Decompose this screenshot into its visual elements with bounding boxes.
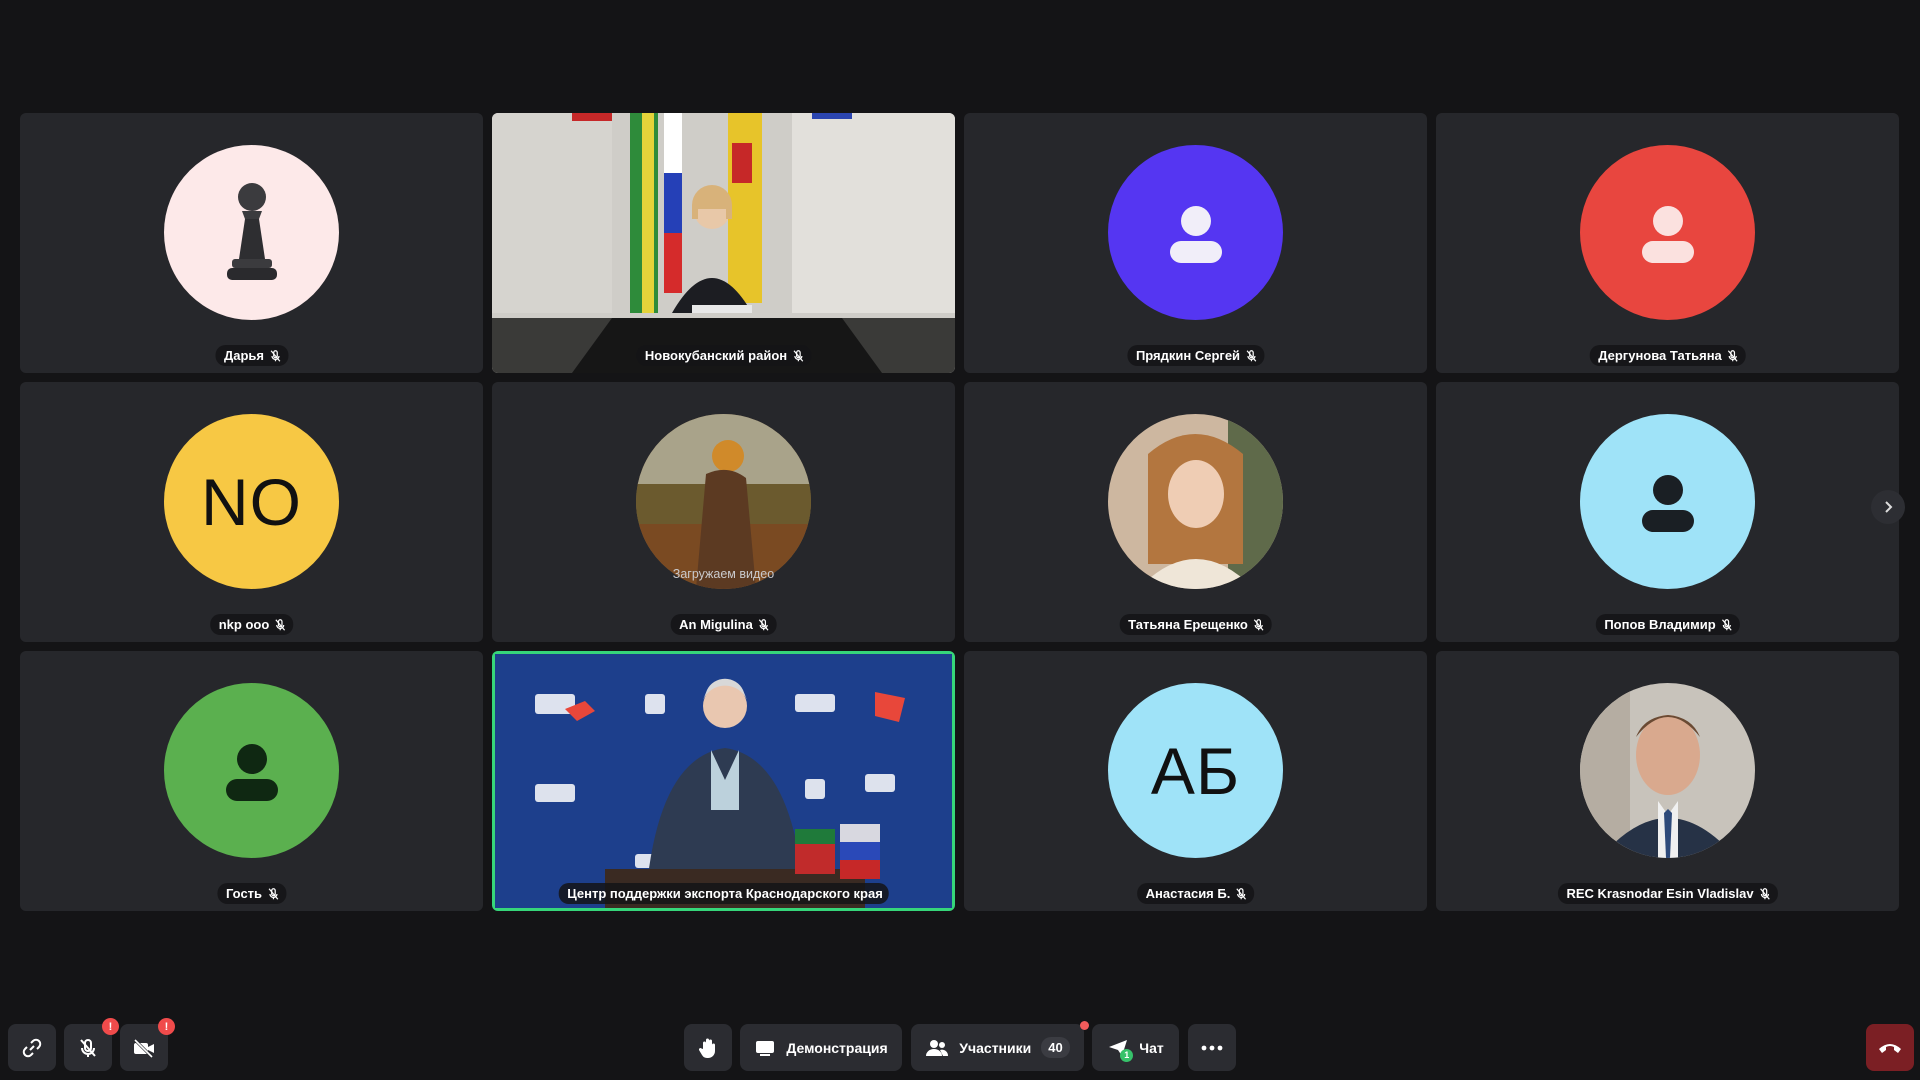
participant-name-pill: REC Krasnodar Esin Vladislav <box>1557 883 1778 904</box>
avatar: АБ <box>1108 683 1283 858</box>
participant-name-pill: Дергунова Татьяна <box>1589 345 1746 366</box>
participant-name-pill: Новокубанский район <box>635 345 812 366</box>
participant-name: Центр поддержки экспорта Краснодарского … <box>567 886 883 901</box>
person-icon <box>225 743 278 801</box>
microphone-toggle-button[interactable]: ! <box>64 1018 119 1071</box>
participant-name: Гость <box>225 886 263 901</box>
participant-name: REC Krasnodar Esin Vladislav <box>1566 886 1754 901</box>
mic-off-icon <box>275 618 286 631</box>
participants-count: 40 <box>1041 1037 1070 1058</box>
avatar <box>1580 414 1755 589</box>
participant-name: nkp ooo <box>218 617 270 632</box>
avatar <box>1580 145 1755 320</box>
raise-hand-button[interactable] <box>684 1024 732 1071</box>
participant-name-pill: Гость <box>216 883 287 904</box>
participant-name: Анастасия Б. <box>1145 886 1231 901</box>
more-icon <box>1201 1045 1223 1050</box>
participant-name: Попов Владимир <box>1604 617 1716 632</box>
participant-name-pill: An Migulina <box>670 614 777 635</box>
mic-off-icon <box>270 349 280 362</box>
participant-name-pill: Анастасия Б. <box>1136 883 1255 904</box>
copy-link-button[interactable] <box>8 1024 56 1071</box>
avatar-photo <box>1580 683 1755 858</box>
person-icon <box>1641 205 1694 263</box>
mic-off-icon <box>80 1038 96 1057</box>
avatar: NO <box>164 414 339 589</box>
screen-share-button[interactable]: Демонстрация <box>740 1024 902 1071</box>
avatar-initials: NO <box>201 464 302 539</box>
participant-name-pill: Дарья <box>214 345 289 366</box>
participant-tile[interactable]: Загружаем видео An Migulina <box>492 382 955 642</box>
camera-toggle-button[interactable]: ! <box>120 1018 175 1071</box>
avatar-photo <box>636 414 811 589</box>
camera-off-icon <box>133 1038 154 1058</box>
participant-tile[interactable]: Прядкин Сергей <box>964 113 1427 373</box>
mic-off-icon <box>1759 887 1770 900</box>
camera-alert-badge: ! <box>158 1018 175 1035</box>
screen-share-icon <box>756 1040 775 1056</box>
more-options-button[interactable] <box>1188 1024 1236 1071</box>
participant-name: An Migulina <box>679 617 753 632</box>
participants-icon <box>926 1039 949 1056</box>
chat-button[interactable]: 1 Чат <box>1092 1024 1179 1071</box>
chat-icon-wrap: 1 <box>1107 1038 1134 1062</box>
chevron-right-icon <box>1885 501 1893 513</box>
mic-off-icon <box>268 887 278 900</box>
participant-tile[interactable]: REC Krasnodar Esin Vladislav <box>1436 651 1899 911</box>
video-feed <box>492 113 955 373</box>
hangup-icon <box>1879 1043 1901 1053</box>
mic-off-icon <box>1246 349 1256 362</box>
participant-name: Новокубанский район <box>644 348 788 363</box>
participant-tile[interactable]: Новокубанский район <box>492 113 955 373</box>
loading-status: Загружаем видео <box>672 567 775 581</box>
next-page-button[interactable] <box>1871 490 1905 524</box>
notification-dot <box>1080 1021 1089 1030</box>
participants-label: Участники <box>959 1039 1032 1056</box>
hangup-button[interactable] <box>1866 1024 1914 1071</box>
avatar-photo <box>1108 414 1283 589</box>
person-icon <box>1641 474 1694 532</box>
participant-tile[interactable]: Татьяна Ерещенко <box>964 382 1427 642</box>
mic-off-icon <box>1727 349 1738 362</box>
video-grid: Дарья Новокубанский район Прядкин Сергей… <box>20 113 1900 911</box>
participant-name-pill: Попов Владимир <box>1595 614 1740 635</box>
avatar <box>164 683 339 858</box>
pawn-icon <box>226 182 277 280</box>
participant-tile[interactable]: Попов Владимир <box>1436 382 1899 642</box>
mic-off-icon <box>1236 887 1247 900</box>
participants-button[interactable]: Участники 40 <box>911 1021 1089 1071</box>
link-icon <box>22 1038 42 1057</box>
participant-name-pill: Прядкин Сергей <box>1126 345 1265 366</box>
chat-label: Чат <box>1139 1039 1164 1056</box>
participant-name-pill: Татьяна Ерещенко <box>1119 614 1272 635</box>
mic-off-icon <box>758 618 769 631</box>
chat-unread-badge: 1 <box>1120 1048 1134 1062</box>
screen-share-label: Демонстрация <box>786 1039 888 1056</box>
avatar <box>164 145 339 320</box>
participant-tile-active-speaker[interactable]: Центр поддержки экспорта Краснодарского … <box>492 651 955 911</box>
mic-off-icon <box>1253 618 1264 631</box>
video-feed <box>495 654 952 908</box>
participant-tile[interactable]: Дергунова Татьяна <box>1436 113 1899 373</box>
participant-name-pill: Центр поддержки экспорта Краснодарского … <box>558 883 889 904</box>
avatar <box>1108 145 1283 320</box>
person-icon <box>1169 205 1222 263</box>
raise-hand-icon <box>698 1038 715 1058</box>
participant-name: Дарья <box>223 348 265 363</box>
avatar-initials: АБ <box>1150 733 1241 808</box>
participant-tile[interactable]: NO nkp ooo <box>20 382 483 642</box>
participant-name: Дергунова Татьяна <box>1598 348 1722 363</box>
participant-tile[interactable]: Гость <box>20 651 483 911</box>
mic-off-icon <box>793 349 803 362</box>
mic-alert-badge: ! <box>102 1018 119 1035</box>
mic-off-icon <box>1721 618 1732 631</box>
participant-tile[interactable]: Дарья <box>20 113 483 373</box>
participant-name: Прядкин Сергей <box>1135 348 1241 363</box>
participant-name-pill: nkp ooo <box>209 614 294 635</box>
participant-tile[interactable]: АБ Анастасия Б. <box>964 651 1427 911</box>
participant-name: Татьяна Ерещенко <box>1128 617 1248 632</box>
